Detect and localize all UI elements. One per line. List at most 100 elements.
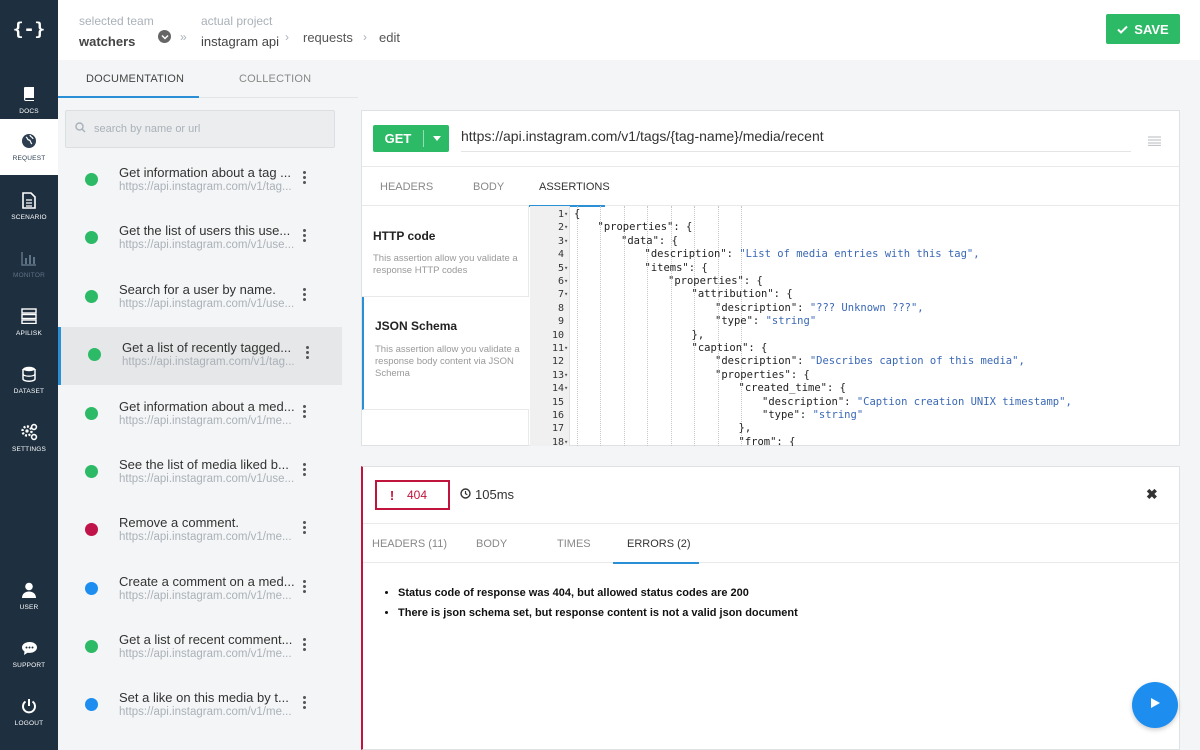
assertion-title: JSON Schema xyxy=(375,319,458,333)
chevron-down-icon[interactable] xyxy=(158,30,171,43)
nav-docs-label: DOCS xyxy=(19,108,39,115)
tab-headers[interactable]: HEADERS xyxy=(380,181,433,193)
code-value: "string" xyxy=(812,409,864,421)
tab-collection[interactable]: COLLECTION xyxy=(239,73,311,85)
more-vertical-icon[interactable] xyxy=(302,229,306,242)
code-line: 5 ▾ "items": { xyxy=(530,262,1180,275)
fold-toggle-icon[interactable]: ▾ xyxy=(564,382,570,395)
logo-text: {-} xyxy=(12,18,46,40)
tab-body[interactable]: BODY xyxy=(473,181,504,193)
list-item[interactable]: Set a like on this media by t... https://… xyxy=(58,677,342,735)
list-item[interactable]: Get a list of recently tagged... https://… xyxy=(58,327,342,385)
fold-toggle-icon[interactable]: ▾ xyxy=(564,235,570,248)
nav-support[interactable]: SUPPORT xyxy=(0,626,58,682)
nav-scenario[interactable]: SCENARIO xyxy=(0,178,58,234)
fold-toggle-icon[interactable]: ▾ xyxy=(564,436,570,446)
request-editor: GET https://api.instagram.com/v1/tags/{t… xyxy=(361,110,1180,446)
fold-toggle-icon[interactable]: ▾ xyxy=(564,275,570,288)
app-logo[interactable]: {-} xyxy=(0,0,58,58)
more-vertical-icon[interactable] xyxy=(302,405,306,418)
list-item[interactable]: Remove a comment. https://api.instagram.c… xyxy=(58,502,342,560)
document-icon xyxy=(20,191,38,209)
list-item[interactable]: Get information about a med... https://ap… xyxy=(58,386,342,444)
fold-toggle-icon[interactable]: ▾ xyxy=(564,288,570,301)
error-item: Status code of response was 404, but all… xyxy=(398,587,798,599)
code-key: }, xyxy=(738,422,752,435)
run-request-button[interactable] xyxy=(1132,682,1178,728)
fold-toggle-icon[interactable]: ▾ xyxy=(564,342,570,355)
more-vertical-icon[interactable] xyxy=(302,288,306,301)
code-text: { xyxy=(574,208,580,221)
nav-user[interactable]: USER xyxy=(0,568,58,624)
list-item[interactable]: Get the list of users this use... https:/… xyxy=(58,210,342,268)
code-text: "description": "Caption creation UNIX ti… xyxy=(762,396,1072,409)
fold-toggle-icon[interactable]: ▾ xyxy=(564,221,570,234)
code-text: "items": { xyxy=(645,262,708,275)
code-text: }, xyxy=(692,329,705,342)
error-list: Status code of response was 404, but all… xyxy=(398,587,798,627)
fold-toggle-icon[interactable]: ▾ xyxy=(564,208,570,221)
more-vertical-icon[interactable] xyxy=(302,463,306,476)
request-url: https://api.instagram.com/v1/use... xyxy=(119,298,295,310)
nav-apilisk[interactable]: APILISK xyxy=(0,294,58,350)
breadcrumb-requests[interactable]: requests xyxy=(303,30,353,45)
line-number: 18 xyxy=(551,436,564,446)
nav-dataset[interactable]: DATASET xyxy=(0,352,58,408)
url-input[interactable]: https://api.instagram.com/v1/tags/{tag-n… xyxy=(461,128,1131,152)
code-editor[interactable]: 1 ▾{2 ▾ "properties": {3 ▾ "data": {4 "descrip… xyxy=(530,206,1180,446)
more-vertical-icon[interactable] xyxy=(302,638,306,651)
nav-logout[interactable]: LOGOUT xyxy=(0,684,58,740)
list-item[interactable]: Get information about a tag ... https://a… xyxy=(58,152,342,210)
tab-response-times[interactable]: TIMES xyxy=(557,538,591,550)
tab-documentation[interactable]: DOCUMENTATION xyxy=(86,73,184,85)
list-item[interactable]: Create a comment on a med... https://api.… xyxy=(58,561,342,619)
tab-assertions[interactable]: ASSERTIONS xyxy=(539,181,610,193)
more-vertical-icon[interactable] xyxy=(302,521,306,534)
code-line: 3 ▾ "data": { xyxy=(530,235,1180,248)
fold-toggle-icon[interactable]: ▾ xyxy=(564,369,570,382)
nav-dataset-label: DATASET xyxy=(13,388,45,395)
user-icon xyxy=(20,581,38,599)
code-key: "properties": { xyxy=(668,275,763,287)
clock-icon xyxy=(460,487,471,502)
code-key: "properties": { xyxy=(597,221,693,234)
code-value: "Describes caption of this media", xyxy=(809,355,1025,368)
more-vertical-icon[interactable] xyxy=(302,171,306,184)
tab-response-body[interactable]: BODY xyxy=(476,538,507,550)
save-button[interactable]: SAVE xyxy=(1106,14,1180,44)
team-selector[interactable]: selected team watchers xyxy=(79,14,154,49)
project-crumb[interactable]: actual project instagram api xyxy=(201,14,279,49)
assertion-json-schema[interactable]: JSON Schema This assertion allow you val… xyxy=(362,297,529,410)
list-icon[interactable] xyxy=(1148,133,1161,151)
tab-response-errors[interactable]: ERRORS (2) xyxy=(627,538,691,550)
breadcrumb-separator: » xyxy=(180,30,187,44)
nav-request[interactable]: REQUEST xyxy=(0,119,58,175)
close-icon[interactable]: ✖ xyxy=(1146,486,1158,503)
code-key: "type": xyxy=(762,409,813,421)
fold-toggle-icon[interactable]: ▾ xyxy=(564,262,570,275)
code-key: "attribution": { xyxy=(691,288,793,301)
code-key: "type": xyxy=(715,315,766,328)
code-text: "description": "List of media entries wi… xyxy=(645,248,980,261)
line-number: 7 xyxy=(557,289,564,301)
list-item[interactable]: Get a list of recent comment... https://a… xyxy=(58,619,342,677)
line-number: 15 xyxy=(551,396,564,408)
power-icon xyxy=(20,697,38,715)
list-item[interactable]: See the list of media liked b... https://… xyxy=(58,444,342,502)
tab-response-headers[interactable]: HEADERS (11) xyxy=(372,538,447,550)
assertion-description: This assertion allow you validate a resp… xyxy=(375,344,520,379)
more-vertical-icon[interactable] xyxy=(305,346,309,359)
request-title: See the list of media liked b... xyxy=(119,457,289,472)
code-key: "created_time": { xyxy=(738,382,846,395)
assertion-list: HTTP code This assertion allow you valid… xyxy=(362,206,529,446)
nav-monitor-label: MONITOR xyxy=(13,272,45,279)
method-dropdown[interactable]: GET xyxy=(373,125,449,152)
search-input[interactable] xyxy=(94,123,324,135)
nav-settings[interactable]: SETTINGS xyxy=(0,410,58,466)
more-vertical-icon[interactable] xyxy=(302,696,306,709)
more-vertical-icon[interactable] xyxy=(302,580,306,593)
list-item[interactable]: Search for a user by name. https://api.in… xyxy=(58,269,342,327)
assertion-http-code[interactable]: HTTP code This assertion allow you valid… xyxy=(362,206,529,297)
nav-monitor[interactable]: MONITOR xyxy=(0,236,58,292)
code-key: "description": xyxy=(715,355,810,368)
